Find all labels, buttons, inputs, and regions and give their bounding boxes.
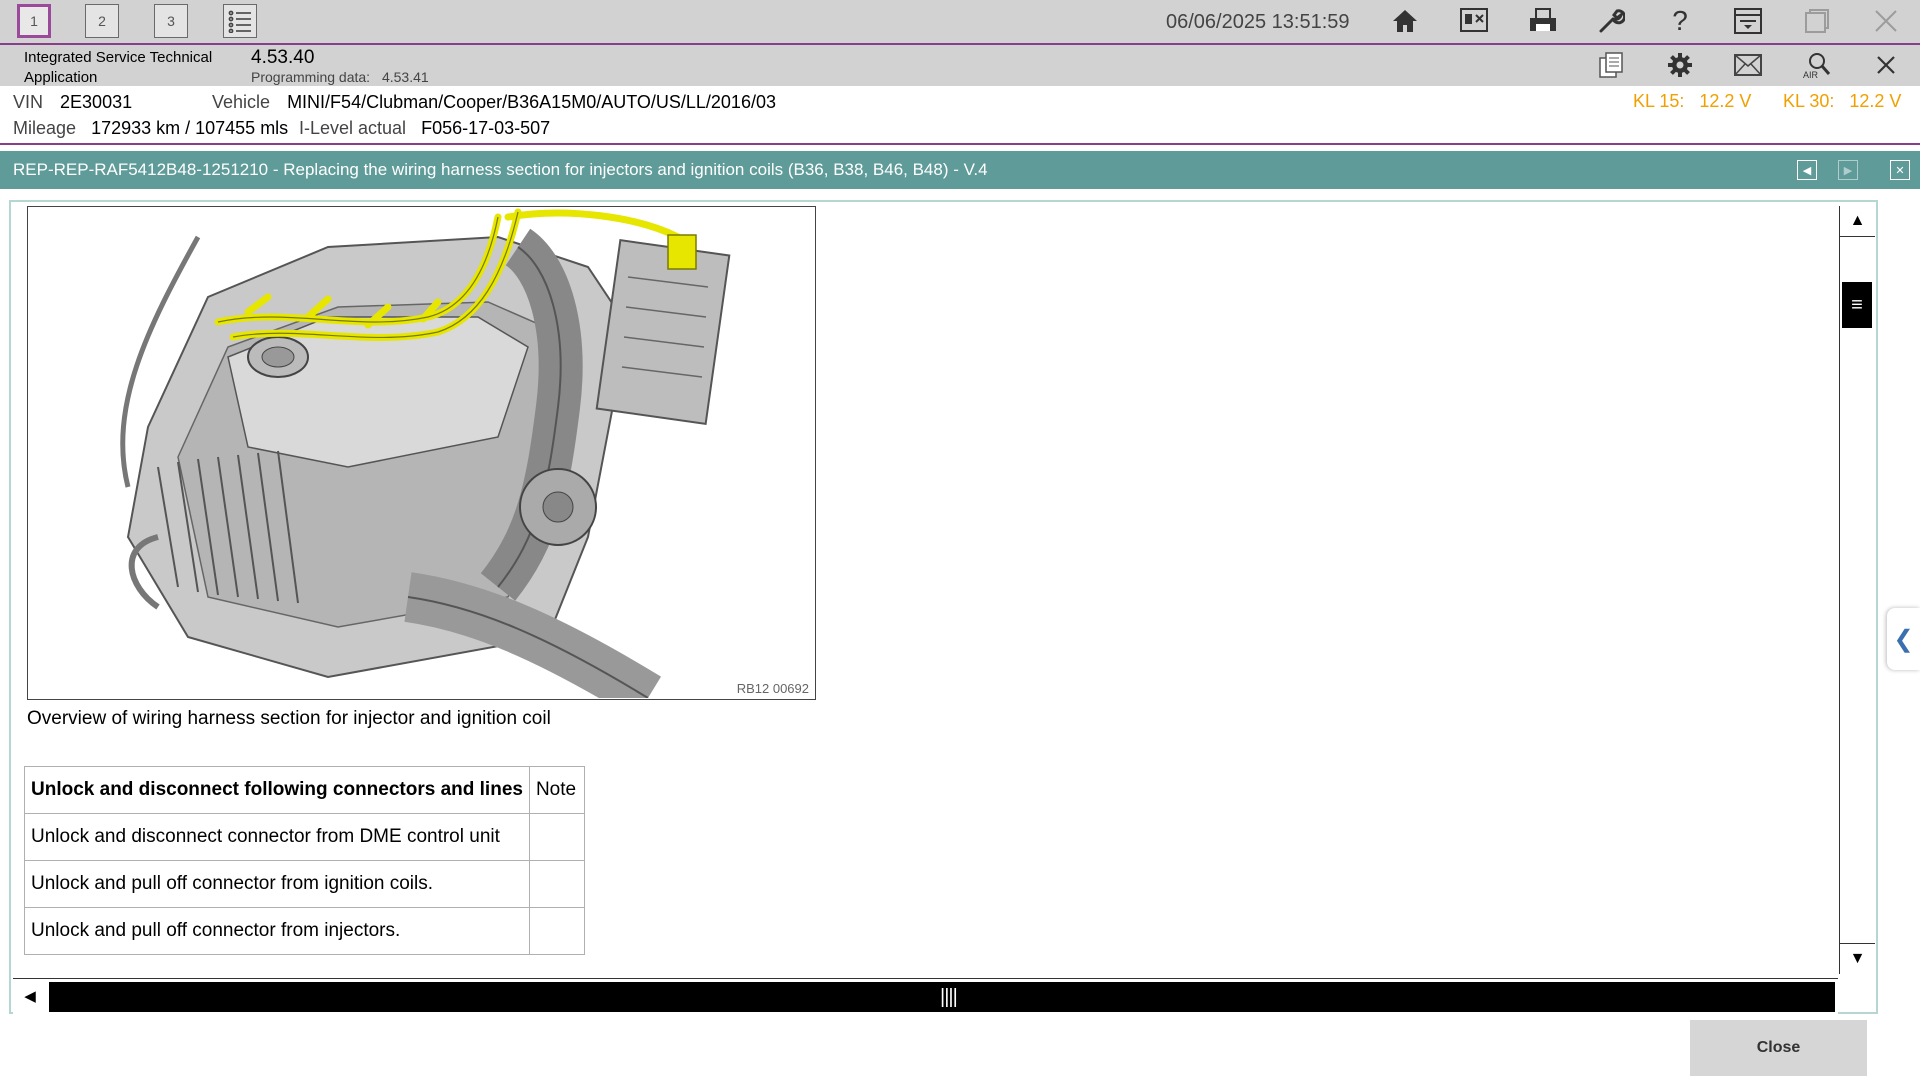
step-note [528, 860, 585, 908]
programming-data: Programming data: 4.53.41 [251, 69, 429, 85]
header-step: Unlock and disconnect following connecto… [24, 766, 530, 814]
air-search-icon[interactable]: AIR [1800, 48, 1834, 82]
current-datetime: 06/06/2025 13:51:59 [1166, 11, 1350, 33]
step-note [528, 907, 585, 955]
kl30-voltage: KL 30: 12.2 V [1783, 91, 1901, 112]
document-title: REP-REP-RAF5412B48-1251210 - Replacing t… [13, 160, 988, 179]
table-row: Unlock and pull off connector from injec… [24, 907, 585, 955]
vertical-scroll-thumb[interactable]: ≡ [1842, 282, 1872, 328]
scroll-grip-icon: |||| [940, 986, 958, 1008]
scroll-up-button[interactable]: ▲ [1840, 206, 1875, 237]
ilevel-value: F056-17-03-507 [421, 118, 551, 138]
close-document-button[interactable]: ✕ [1890, 160, 1910, 180]
session-tab-1[interactable]: 1 [17, 4, 51, 38]
svg-text:AIR: AIR [1803, 70, 1819, 80]
engine-illustration: RB12 00692 [27, 206, 816, 700]
kl15-label: KL 15: [1633, 91, 1685, 111]
close-button[interactable]: Close [1690, 1020, 1867, 1076]
close-app-icon [1869, 4, 1903, 38]
step-text: Unlock and pull off connector from injec… [24, 907, 530, 955]
swap-icon[interactable] [1457, 4, 1491, 38]
scroll-right-button[interactable]: ▶ [1804, 979, 1838, 1013]
vehicle-info: Vehicle MINI/F54/Clubman/Cooper/B36A15M0… [212, 92, 776, 113]
horizontal-scroll-thumb[interactable]: |||| [49, 982, 1835, 1012]
document-content[interactable]: RB12 00692 Overview of wiring harness se… [9, 200, 1878, 1014]
list-icon[interactable] [223, 4, 257, 38]
mileage-info: Mileage 172933 km / 107455 mls [13, 118, 288, 139]
app-name: Integrated Service Technical Application [24, 48, 212, 88]
horizontal-scrollbar[interactable]: ◀ |||| ▶ [13, 978, 1838, 1014]
scroll-down-button[interactable]: ▼ [1840, 943, 1875, 974]
app-version: 4.53.40 [251, 47, 315, 68]
next-document-button[interactable]: ▶ [1838, 160, 1858, 180]
header-divider [0, 143, 1920, 145]
ilevel-info: I-Level actual F056-17-03-507 [299, 118, 550, 139]
mileage-value: 172933 km / 107455 mls [91, 118, 289, 138]
session-tab-3[interactable]: 3 [154, 4, 188, 38]
step-note [528, 813, 585, 861]
previous-document-button[interactable]: ◀ [1797, 160, 1817, 180]
vin-info: VIN 2E30031 [13, 92, 132, 113]
mail-icon[interactable] [1731, 48, 1765, 82]
session-tab-2[interactable]: 2 [85, 4, 119, 38]
document-title-bar: REP-REP-RAF5412B48-1251210 - Replacing t… [0, 151, 1920, 189]
gear-icon[interactable] [1663, 48, 1697, 82]
download-icon[interactable] [1731, 4, 1765, 38]
close-session-icon[interactable] [1869, 48, 1903, 82]
vertical-scrollbar[interactable]: ▲ ≡ ▼ [1839, 206, 1876, 974]
table-row: Unlock and pull off connector from ignit… [24, 860, 585, 908]
figure-code: RB12 00692 [736, 681, 809, 696]
step-text: Unlock and pull off connector from ignit… [24, 860, 530, 908]
procedure-table: Unlock and disconnect following connecto… [24, 766, 585, 955]
print-icon[interactable] [1526, 4, 1560, 38]
kl15-voltage: KL 15: 12.2 V [1633, 91, 1751, 112]
help-icon[interactable]: ? [1663, 4, 1697, 38]
top-toolbar: 1 2 3 06/06/2025 13:51:59 ? [0, 0, 1920, 45]
kl30-label: KL 30: [1783, 91, 1835, 111]
figure-caption: Overview of wiring harness section for i… [27, 708, 551, 729]
mileage-label: Mileage [13, 118, 77, 138]
programming-version: 4.53.41 [381, 69, 429, 85]
step-text: Unlock and disconnect connector from DME… [24, 813, 530, 861]
expand-panel-chevron-icon[interactable]: ❮ [1887, 608, 1920, 670]
documents-icon[interactable] [1594, 48, 1628, 82]
application-bar: Integrated Service Technical Application… [0, 45, 1920, 86]
kl30-value: 12.2 V [1849, 91, 1902, 111]
kl15-value: 12.2 V [1699, 91, 1752, 111]
app-name-line1: Integrated Service Technical [24, 49, 213, 66]
header-note: Note [528, 766, 585, 814]
engine-drawing [120, 208, 731, 698]
scroll-left-button[interactable]: ◀ [13, 979, 47, 1013]
table-row: Unlock and disconnect connector from DME… [24, 813, 585, 861]
window-icon [1800, 4, 1834, 38]
vin-label: VIN [13, 92, 44, 112]
ilevel-label: I-Level actual [299, 118, 407, 138]
app-name-line2: Application [24, 69, 98, 86]
home-icon[interactable] [1388, 4, 1422, 38]
vin-value: 2E30031 [60, 92, 133, 112]
table-header-row: Unlock and disconnect following connecto… [24, 766, 585, 814]
wrench-icon[interactable] [1594, 4, 1628, 38]
programming-label: Programming data: [251, 69, 371, 85]
vehicle-label: Vehicle [212, 92, 271, 112]
vehicle-value: MINI/F54/Clubman/Cooper/B36A15M0/AUTO/US… [287, 92, 776, 112]
